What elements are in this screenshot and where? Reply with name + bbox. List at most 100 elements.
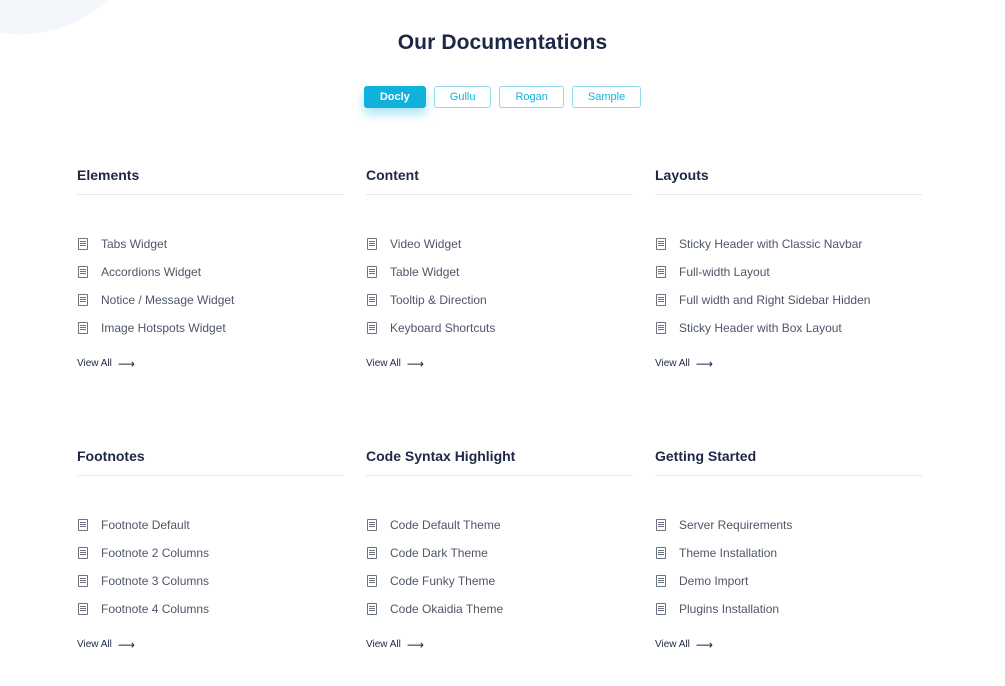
arrow-right-icon: ⟶ xyxy=(695,637,714,652)
tab-gullu[interactable]: Gullu xyxy=(433,86,492,108)
list-item-label: Tooltip & Direction xyxy=(390,293,487,307)
list-item[interactable]: Video Widget xyxy=(366,230,633,258)
view-all-link[interactable]: View All ⟶ xyxy=(655,637,714,652)
card-list: Server Requirements Theme Installation D… xyxy=(655,511,922,623)
list-item[interactable]: Sticky Header with Classic Navbar xyxy=(655,230,922,258)
document-icon xyxy=(78,266,88,278)
list-item[interactable]: Tooltip & Direction xyxy=(366,286,633,314)
doc-card-footnotes: Footnotes Footnote Default Footnote 2 Co… xyxy=(77,447,344,652)
list-item[interactable]: Accordions Widget xyxy=(77,258,344,286)
document-icon xyxy=(367,575,377,587)
card-title: Layouts xyxy=(655,167,709,183)
list-item[interactable]: Table Widget xyxy=(366,258,633,286)
list-item[interactable]: Footnote 3 Columns xyxy=(77,567,344,595)
list-item-label: Full width and Right Sidebar Hidden xyxy=(679,293,871,307)
document-icon xyxy=(367,238,377,250)
list-item-label: Footnote Default xyxy=(101,518,190,532)
view-all-link[interactable]: View All ⟶ xyxy=(366,356,425,371)
list-item[interactable]: Full width and Right Sidebar Hidden xyxy=(655,286,922,314)
list-item-label: Plugins Installation xyxy=(679,602,780,616)
documentation-page: Our Documentations Docly Gullu Rogan Sam… xyxy=(0,0,1005,686)
list-item[interactable]: Theme Installation xyxy=(655,539,922,567)
document-icon xyxy=(656,603,666,615)
list-item-label: Table Widget xyxy=(390,265,460,279)
list-item[interactable]: Keyboard Shortcuts xyxy=(366,314,633,342)
document-icon xyxy=(78,294,88,306)
view-all-link[interactable]: View All ⟶ xyxy=(655,356,714,371)
card-title: Getting Started xyxy=(655,448,757,464)
list-item-label: Keyboard Shortcuts xyxy=(390,321,496,335)
list-item-label: Code Funky Theme xyxy=(390,574,496,588)
document-icon xyxy=(78,322,88,334)
doc-card-elements: Elements Tabs Widget Accordions Widget N… xyxy=(77,166,344,371)
list-item[interactable]: Server Requirements xyxy=(655,511,922,539)
view-all-label: View All xyxy=(77,358,112,369)
list-item[interactable]: Image Hotspots Widget xyxy=(77,314,344,342)
list-item[interactable]: Footnote 2 Columns xyxy=(77,539,344,567)
doc-filter-tabs: Docly Gullu Rogan Sample xyxy=(0,86,1005,108)
list-item-label: Accordions Widget xyxy=(101,265,202,279)
list-item-label: Image Hotspots Widget xyxy=(101,321,226,335)
list-item-label: Video Widget xyxy=(390,237,462,251)
arrow-right-icon: ⟶ xyxy=(695,356,714,371)
list-item[interactable]: Footnote 4 Columns xyxy=(77,595,344,623)
arrow-right-icon: ⟶ xyxy=(406,356,425,371)
card-divider xyxy=(655,194,922,195)
list-item-label: Footnote 2 Columns xyxy=(101,546,210,560)
document-icon xyxy=(367,294,377,306)
list-item[interactable]: Code Dark Theme xyxy=(366,539,633,567)
list-item-label: Theme Installation xyxy=(679,546,778,560)
view-all-label: View All xyxy=(366,639,401,650)
list-item[interactable]: Plugins Installation xyxy=(655,595,922,623)
card-title: Code Syntax Highlight xyxy=(366,448,516,464)
document-icon xyxy=(78,238,88,250)
card-divider xyxy=(77,475,344,476)
card-list: Tabs Widget Accordions Widget Notice / M… xyxy=(77,230,344,342)
document-icon xyxy=(78,603,88,615)
list-item-label: Tabs Widget xyxy=(101,237,168,251)
list-item-label: Demo Import xyxy=(679,574,749,588)
arrow-right-icon: ⟶ xyxy=(406,637,425,652)
document-icon xyxy=(78,547,88,559)
view-all-label: View All xyxy=(77,639,112,650)
list-item[interactable]: Footnote Default xyxy=(77,511,344,539)
card-divider xyxy=(655,475,922,476)
list-item[interactable]: Sticky Header with Box Layout xyxy=(655,314,922,342)
document-icon xyxy=(656,294,666,306)
list-item-label: Notice / Message Widget xyxy=(101,293,235,307)
view-all-link[interactable]: View All ⟶ xyxy=(77,356,136,371)
doc-card-layouts: Layouts Sticky Header with Classic Navba… xyxy=(655,166,922,371)
card-list: Video Widget Table Widget Tooltip & Dire… xyxy=(366,230,633,342)
list-item-label: Code Dark Theme xyxy=(390,546,488,560)
view-all-label: View All xyxy=(655,358,690,369)
document-icon xyxy=(367,322,377,334)
card-list: Sticky Header with Classic Navbar Full-w… xyxy=(655,230,922,342)
card-title: Content xyxy=(366,167,419,183)
tab-rogan[interactable]: Rogan xyxy=(499,86,564,108)
view-all-link[interactable]: View All ⟶ xyxy=(366,637,425,652)
list-item-label: Code Okaidia Theme xyxy=(390,602,504,616)
card-divider xyxy=(77,194,344,195)
list-item[interactable]: Demo Import xyxy=(655,567,922,595)
view-all-link[interactable]: View All ⟶ xyxy=(77,639,135,651)
document-icon xyxy=(367,547,377,559)
card-list: Code Default Theme Code Dark Theme Code … xyxy=(366,511,633,623)
document-icon xyxy=(367,519,377,531)
tab-docly[interactable]: Docly xyxy=(363,86,426,108)
card-title: Footnotes xyxy=(77,448,145,464)
document-icon xyxy=(78,575,88,587)
list-item[interactable]: Notice / Message Widget xyxy=(77,286,344,314)
document-icon xyxy=(656,322,666,334)
doc-card-getting-started: Getting Started Server Requirements Them… xyxy=(655,447,922,652)
list-item[interactable]: Code Default Theme xyxy=(366,511,633,539)
arrow-right-icon: ⟶ xyxy=(117,356,136,371)
document-icon xyxy=(367,603,377,615)
card-title: Elements xyxy=(77,167,140,183)
tab-sample[interactable]: Sample xyxy=(571,86,642,108)
list-item[interactable]: Code Funky Theme xyxy=(366,567,633,595)
doc-card-code-syntax-highlight: Code Syntax Highlight Code Default Theme… xyxy=(366,447,633,652)
card-list: Footnote Default Footnote 2 Columns Foot… xyxy=(77,511,344,623)
list-item[interactable]: Code Okaidia Theme xyxy=(366,595,633,623)
list-item[interactable]: Full-width Layout xyxy=(655,258,922,286)
list-item[interactable]: Tabs Widget xyxy=(77,230,344,258)
